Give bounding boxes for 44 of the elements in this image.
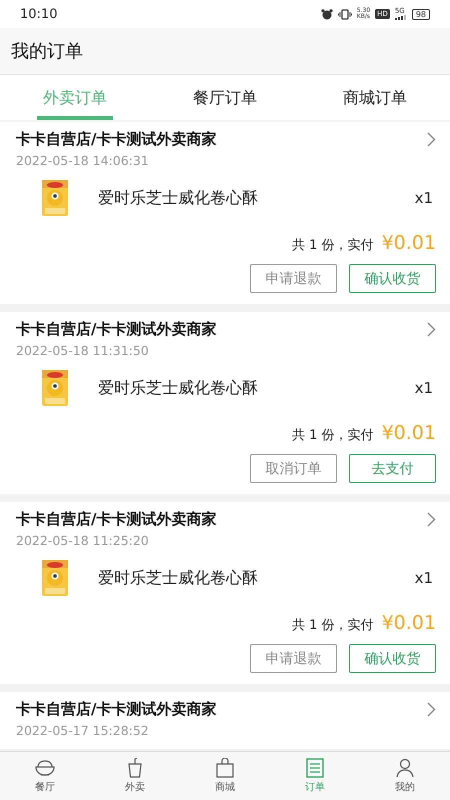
order-time: 2022-05-18 11:25:20: [16, 533, 150, 548]
primary-action-button[interactable]: 去支付: [349, 454, 436, 483]
store-name: 卡卡自营店/卡卡测试外卖商家: [16, 130, 216, 149]
nav-item[interactable]: 外卖: [90, 752, 180, 800]
order-time: 2022-05-17 15:28:52: [16, 723, 150, 738]
order-price: ¥0.01: [382, 422, 436, 444]
secondary-action-button[interactable]: 取消订单: [250, 454, 337, 483]
order-price: ¥0.01: [382, 612, 436, 634]
order-tab[interactable]: 餐厅订单: [187, 75, 263, 120]
order-tab[interactable]: 商城订单: [337, 75, 413, 120]
chevron-right-icon[interactable]: [427, 132, 436, 147]
status-time: 10:10: [20, 6, 58, 22]
nav-item[interactable]: 订单: [270, 752, 360, 800]
signal-icon: [394, 15, 407, 20]
product-quantity: x1: [414, 569, 433, 587]
chevron-right-icon[interactable]: [427, 702, 436, 717]
order-time: 2022-05-18 14:06:31: [16, 153, 150, 168]
product-name: 爱时乐芝士威化卷心酥: [98, 378, 259, 398]
page-title: 我的订单: [11, 40, 83, 63]
product-name: 爱时乐芝士威化卷心酥: [98, 188, 259, 208]
store-name: 卡卡自营店/卡卡测试外卖商家: [16, 700, 216, 719]
nav-item[interactable]: 我的: [360, 752, 450, 800]
order-time: 2022-05-18 11:31:50: [16, 343, 150, 358]
chevron-right-icon[interactable]: [427, 322, 436, 337]
bowl-icon: [33, 758, 57, 778]
nav-item[interactable]: 餐厅: [0, 752, 90, 800]
chevron-right-icon[interactable]: [427, 512, 436, 527]
order-summary: 共 1 份，实付: [292, 237, 374, 254]
order-summary: 共 1 份，实付: [292, 617, 374, 634]
battery-indicator: 98: [412, 8, 430, 20]
product-quantity: x1: [414, 379, 433, 397]
nav-item[interactable]: 商城: [180, 752, 270, 800]
order-summary: 共 1 份，实付: [292, 427, 374, 444]
product-name: 爱时乐芝士威化卷心酥: [98, 568, 259, 588]
vibrate-icon: [338, 8, 352, 20]
secondary-action-button[interactable]: 申请退款: [250, 644, 337, 673]
alarm-icon: [320, 8, 333, 20]
primary-action-button[interactable]: 确认收货: [349, 644, 436, 673]
primary-action-button[interactable]: 确认收货: [349, 264, 436, 293]
store-name: 卡卡自营店/卡卡测试外卖商家: [16, 320, 216, 339]
order-price: ¥0.01: [382, 232, 436, 254]
secondary-action-button[interactable]: 申请退款: [250, 264, 337, 293]
store-name: 卡卡自营店/卡卡测试外卖商家: [16, 510, 216, 529]
product-quantity: x1: [414, 189, 433, 207]
